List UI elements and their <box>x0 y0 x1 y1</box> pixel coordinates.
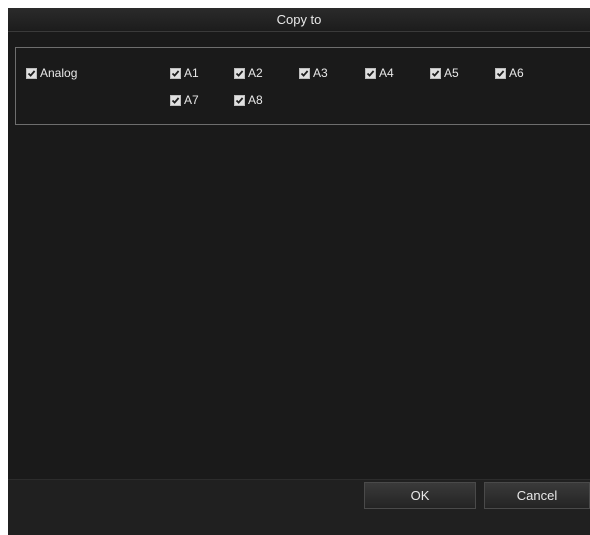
channel-checkbox-a8[interactable]: A8 <box>234 93 263 107</box>
channel-checkbox-a2[interactable]: A2 <box>234 66 263 80</box>
channel-label: A7 <box>184 93 199 107</box>
channel-label: A6 <box>509 66 524 80</box>
checkbox-checked-icon <box>170 67 181 79</box>
copy-to-dialog: Copy to Analog A1 A2 A3 A4 A5 A6 A7 A8 O… <box>8 8 590 535</box>
channel-label: A5 <box>444 66 459 80</box>
checkbox-checked-icon <box>430 67 441 79</box>
checkbox-checked-icon <box>234 94 245 106</box>
channel-checkbox-a7[interactable]: A7 <box>170 93 199 107</box>
checkbox-checked-icon <box>365 67 376 79</box>
checkbox-checked-icon <box>495 67 506 79</box>
analog-channel-group <box>15 47 590 125</box>
channel-label: A2 <box>248 66 263 80</box>
title-bar: Copy to <box>8 8 590 32</box>
channel-checkbox-a4[interactable]: A4 <box>365 66 394 80</box>
channel-checkbox-a5[interactable]: A5 <box>430 66 459 80</box>
ok-button[interactable]: OK <box>364 482 476 509</box>
channel-checkbox-a1[interactable]: A1 <box>170 66 199 80</box>
analog-checkbox[interactable]: Analog <box>26 66 77 80</box>
channel-label: A4 <box>379 66 394 80</box>
checkbox-checked-icon <box>170 94 181 106</box>
checkbox-checked-icon <box>234 67 245 79</box>
button-bar: OK Cancel <box>8 479 590 535</box>
channel-checkbox-a6[interactable]: A6 <box>495 66 524 80</box>
channel-checkbox-a3[interactable]: A3 <box>299 66 328 80</box>
analog-label: Analog <box>40 66 78 80</box>
checkbox-checked-icon <box>26 67 37 79</box>
cancel-button[interactable]: Cancel <box>484 482 590 509</box>
channel-label: A3 <box>313 66 328 80</box>
channel-label: A8 <box>248 93 263 107</box>
checkbox-checked-icon <box>299 67 310 79</box>
channel-label: A1 <box>184 66 199 80</box>
dialog-title: Copy to <box>276 12 322 27</box>
